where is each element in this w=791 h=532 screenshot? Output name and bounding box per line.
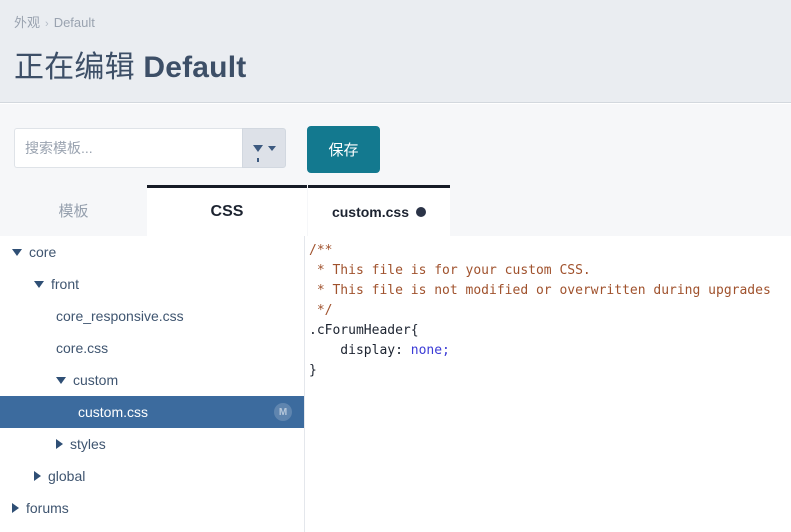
code-line: * This file is not modified or overwritt… — [309, 283, 771, 298]
chevron-down-icon[interactable] — [34, 280, 44, 288]
tree-item-core-responsive-css[interactable]: core_responsive.css — [0, 300, 304, 332]
code-line: */ — [309, 303, 333, 318]
page-header: 外观 › Default 正在编辑 Default — [0, 0, 791, 103]
code-line: /** — [309, 243, 332, 258]
code-token-comment: /** — [309, 243, 333, 258]
code-token-comment: * This file is for your custom CSS. — [309, 263, 591, 278]
search-input[interactable] — [14, 128, 242, 168]
chevron-down-icon — [267, 145, 276, 151]
breadcrumb-item-appearance[interactable]: 外观 — [14, 15, 40, 30]
tree-item-label: forums — [26, 500, 69, 516]
code-token-comment: */ — [309, 303, 333, 318]
breadcrumb-separator-icon: › — [45, 18, 49, 30]
tree-item-global[interactable]: global — [0, 460, 304, 492]
theme-editor-page: 外观 › Default 正在编辑 Default 保存 模板 CSS custom… — [0, 0, 791, 532]
editor-split: core front core_responsive.css core.css cust… — [0, 236, 791, 532]
breadcrumb-item-current: Default — [53, 15, 95, 30]
tree-item-label: styles — [70, 436, 106, 452]
page-title-name: Default — [143, 51, 247, 84]
tree-item-custom-css[interactable]: custom.css M — [0, 396, 304, 428]
funnel-icon — [252, 144, 263, 162]
code-line: .cForumHeader{ — [309, 323, 419, 338]
page-title: 正在编辑 Default — [14, 42, 246, 86]
file-tree: core front core_responsive.css core.css cust… — [0, 236, 305, 532]
tree-item-core[interactable]: core — [0, 236, 304, 268]
tree-item-styles[interactable]: styles — [0, 428, 304, 460]
search-group — [14, 128, 286, 168]
code-token-val: none; — [410, 343, 450, 358]
tree-item-custom[interactable]: custom — [0, 364, 304, 396]
unsaved-dot-icon — [416, 207, 427, 217]
code-line: } — [309, 363, 317, 378]
save-button[interactable]: 保存 — [307, 126, 380, 173]
tree-item-front[interactable]: front — [0, 268, 304, 300]
tab-css[interactable]: CSS — [147, 185, 307, 236]
toolbar — [0, 104, 791, 185]
code-token-sel: .cForumHeader{ — [309, 323, 419, 338]
chevron-down-icon[interactable] — [12, 248, 22, 256]
chevron-right-icon[interactable] — [12, 503, 19, 513]
code-token-comment: * This file is not modified or overwritt… — [309, 283, 771, 298]
code-line: display: none; — [309, 343, 450, 358]
code-line: * This file is for your custom CSS. — [309, 263, 591, 278]
chevron-right-icon[interactable] — [56, 439, 63, 449]
tree-item-label: front — [51, 276, 80, 292]
page-title-prefix: 正在编辑 — [14, 51, 144, 84]
tab-strip: 模板 CSS custom.css — [0, 185, 791, 236]
tree-item-label: custom.css — [78, 404, 149, 420]
tab-open-file[interactable]: custom.css — [308, 185, 450, 236]
tree-item-forums[interactable]: forums — [0, 492, 304, 524]
tree-item-label: core_responsive.css — [56, 308, 184, 324]
tree-item-label: custom — [73, 372, 119, 388]
chevron-down-icon[interactable] — [56, 376, 66, 384]
tree-item-label: core.css — [56, 340, 109, 356]
breadcrumb: 外观 › Default — [14, 12, 95, 31]
tab-open-file-label: custom.css — [331, 204, 410, 220]
code-token-prop: display: — [309, 343, 411, 358]
chevron-right-icon[interactable] — [34, 471, 41, 481]
code-editor-content[interactable]: /** * This file is for your custom CSS. … — [306, 236, 791, 381]
tree-item-core-css[interactable]: core.css — [0, 332, 304, 364]
filter-dropdown-button[interactable] — [242, 128, 286, 168]
tree-item-label: core — [29, 244, 57, 260]
tab-templates[interactable]: 模板 — [0, 185, 147, 236]
tree-item-label: global — [48, 468, 86, 484]
modified-badge-icon: M — [274, 403, 292, 421]
code-editor[interactable]: /** * This file is for your custom CSS. … — [306, 236, 791, 532]
code-token-punc: } — [309, 363, 317, 378]
